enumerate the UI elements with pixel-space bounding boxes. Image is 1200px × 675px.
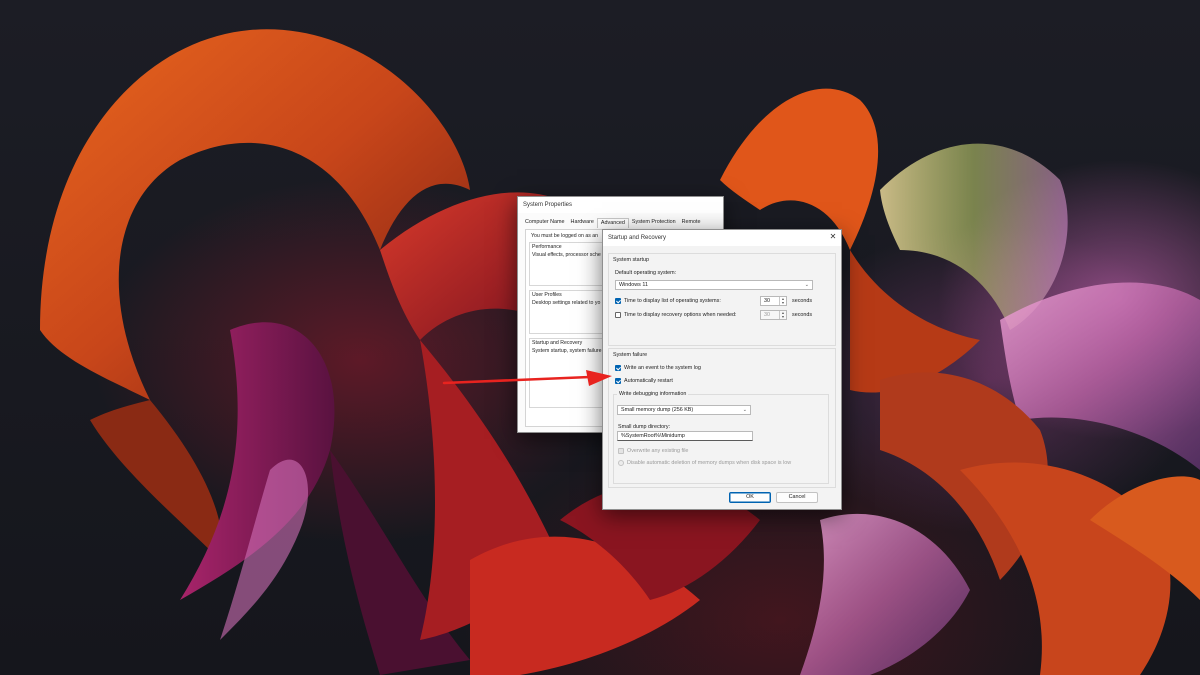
display-list-checkbox[interactable]	[615, 298, 621, 304]
startup-recovery-dialog: Startup and Recovery ✕ System startup De…	[602, 229, 842, 510]
tab-system-protection[interactable]: System Protection	[629, 218, 679, 228]
ok-button[interactable]: OK	[729, 492, 771, 503]
display-recovery-label: Time to display recovery options when ne…	[624, 312, 737, 318]
disable-auto-delete-checkbox[interactable]	[618, 460, 624, 466]
dump-dir-value: %SystemRoot%\Minidump	[621, 433, 685, 439]
admin-notice: You must be logged on as an	[531, 233, 599, 239]
dump-type-select[interactable]: Small memory dump (256 KB) ⌄	[617, 405, 751, 415]
default-os-value: Windows 11	[619, 282, 648, 288]
system-properties-tabs: Computer Name Hardware Advanced System P…	[522, 218, 704, 228]
close-icon[interactable]: ✕	[829, 233, 837, 241]
overwrite-checkbox[interactable]	[618, 448, 624, 454]
display-list-label: Time to display list of operating system…	[624, 298, 721, 304]
tab-hardware[interactable]: Hardware	[568, 218, 597, 228]
display-list-seconds-value: 30	[764, 298, 770, 304]
dump-dir-input[interactable]: %SystemRoot%\Minidump	[617, 431, 753, 441]
display-list-seconds-stepper[interactable]: 30 ▲ ▼	[760, 296, 787, 306]
system-startup-heading: System startup	[613, 257, 649, 263]
auto-restart-label: Automatically restart	[624, 378, 673, 384]
display-recovery-seconds-value: 30	[764, 312, 770, 318]
display-recovery-checkbox[interactable]	[615, 312, 621, 318]
startup-recovery-title: Startup and Recovery	[603, 230, 841, 246]
tab-computer-name[interactable]: Computer Name	[522, 218, 568, 228]
default-os-label: Default operating system:	[615, 270, 677, 276]
startup-recovery-heading: Startup and Recovery	[532, 340, 583, 346]
display-recovery-unit: seconds	[792, 312, 813, 318]
chevron-down-icon: ⌄	[742, 407, 747, 413]
tab-remote[interactable]: Remote	[679, 218, 704, 228]
annotation-arrow	[442, 370, 612, 386]
performance-desc: Visual effects, processor sche	[532, 252, 601, 258]
overwrite-label: Overwrite any existing file	[627, 448, 689, 454]
tab-advanced[interactable]: Advanced	[596, 218, 629, 228]
default-os-select[interactable]: Windows 11 ⌄	[615, 280, 813, 290]
write-event-label: Write an event to the system log	[624, 365, 701, 371]
stepper-arrows-icon[interactable]: ▲ ▼	[779, 311, 786, 319]
startup-recovery-desc: System startup, system failure	[532, 348, 602, 354]
system-properties-title: System Properties	[518, 197, 723, 213]
user-profiles-desc: Desktop settings related to yo	[532, 300, 601, 306]
stepper-arrows-icon[interactable]: ▲ ▼	[779, 297, 786, 305]
display-list-unit: seconds	[792, 298, 813, 304]
user-profiles-heading: User Profiles	[532, 292, 562, 298]
display-recovery-seconds-stepper[interactable]: 30 ▲ ▼	[760, 310, 787, 320]
chevron-down-icon: ⌄	[804, 282, 809, 288]
startup-recovery-body: System startup Default operating system:…	[603, 246, 841, 509]
dump-dir-label: Small dump directory:	[618, 424, 671, 430]
dump-type-value: Small memory dump (256 KB)	[621, 407, 694, 413]
disable-auto-delete-label: Disable automatic deletion of memory dum…	[627, 460, 792, 466]
performance-heading: Performance	[532, 244, 562, 250]
debugging-info-heading: Write debugging information	[617, 391, 689, 397]
system-failure-heading: System failure	[613, 352, 648, 358]
cancel-button[interactable]: Cancel	[776, 492, 818, 503]
